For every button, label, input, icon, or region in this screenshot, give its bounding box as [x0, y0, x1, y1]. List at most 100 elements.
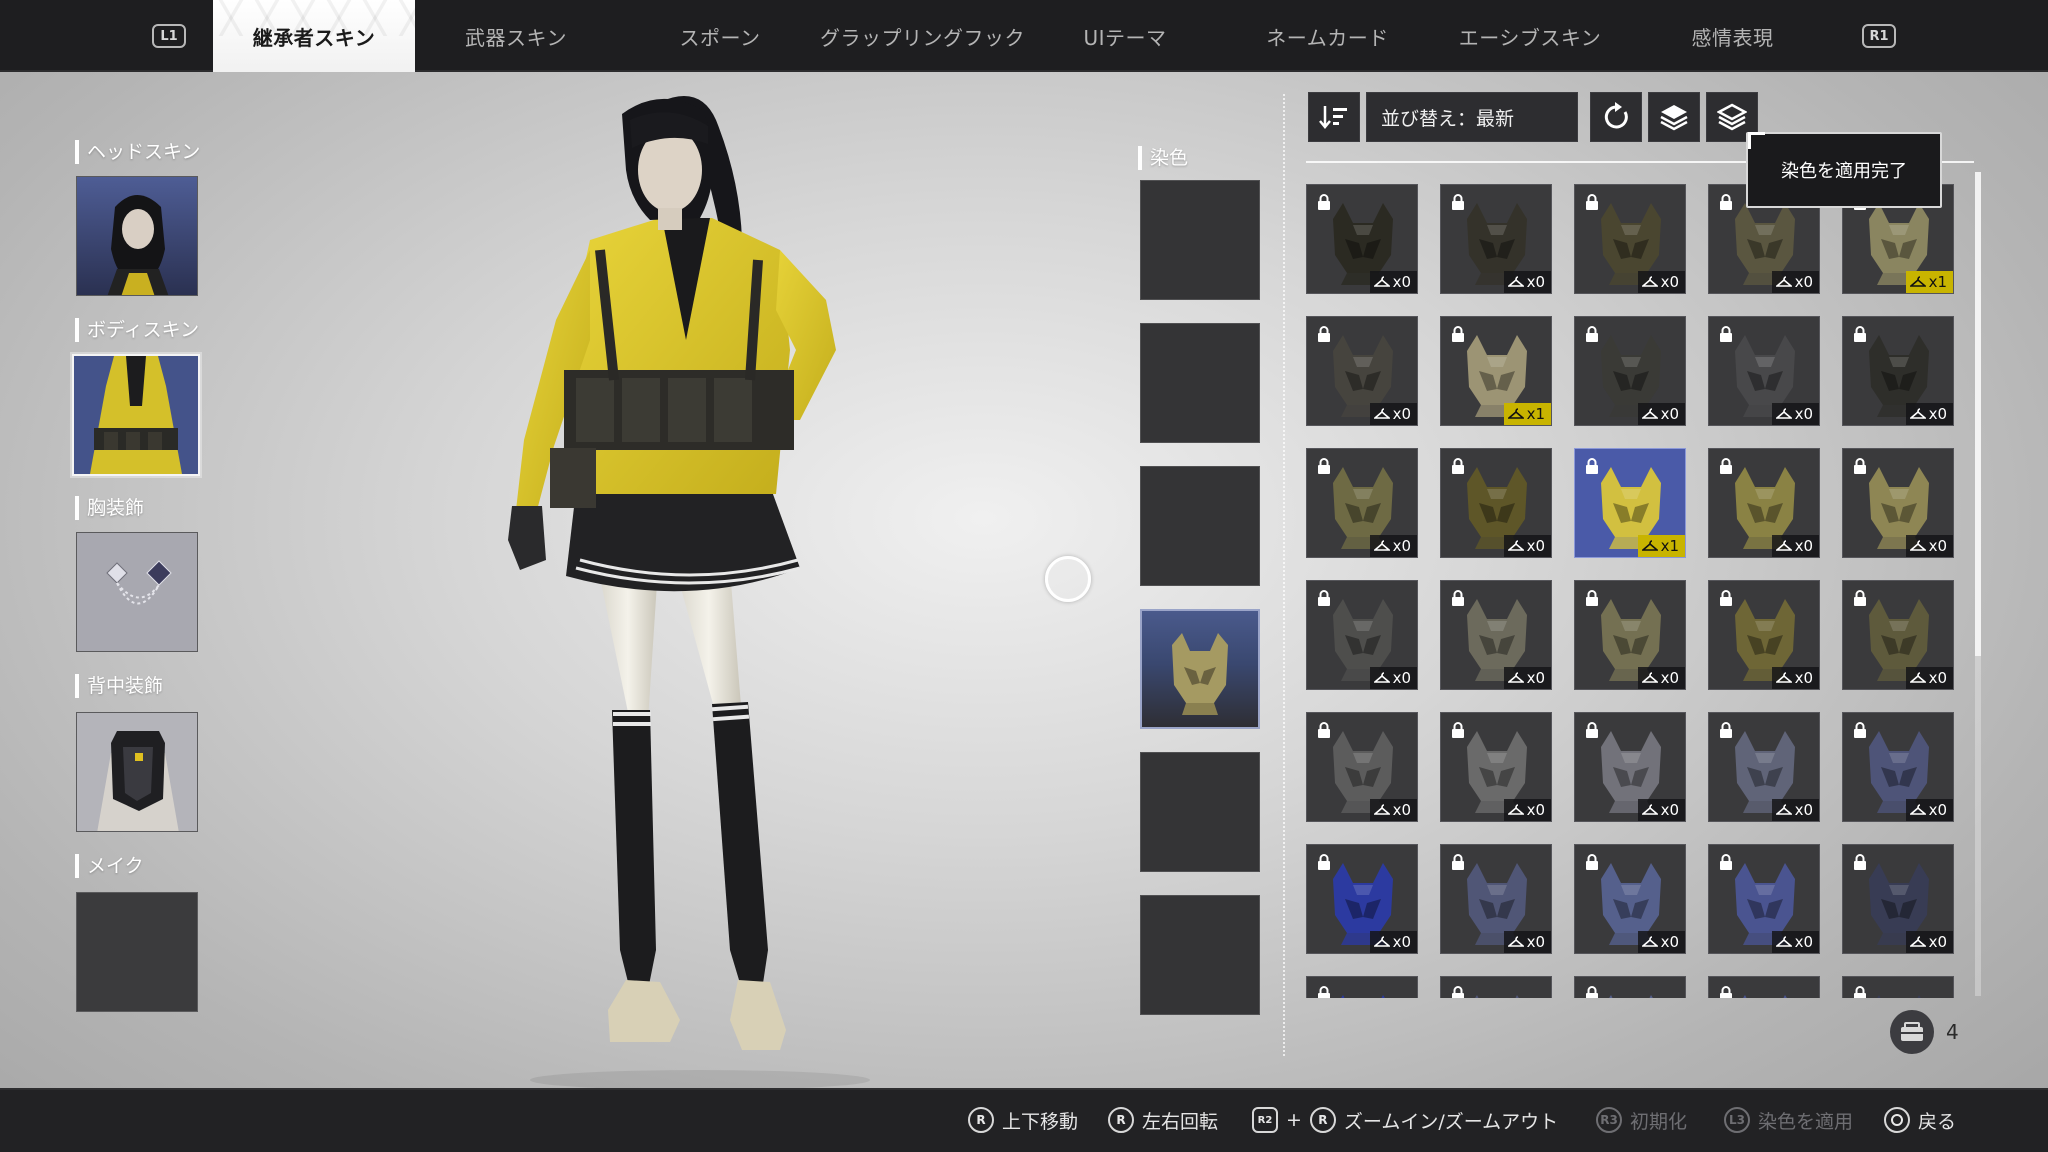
dye-item-cell[interactable]: x0 [1574, 844, 1686, 954]
dye-item-cell[interactable]: x0 [1708, 844, 1820, 954]
tab-name-card[interactable]: ネームカード [1240, 0, 1415, 72]
hint-zoom[interactable]: R2 + R ズームイン/ズームアウト [1252, 1104, 1558, 1136]
dye-item-cell[interactable] [1842, 976, 1954, 998]
dye-item-cell[interactable] [1306, 976, 1418, 998]
head-skin-slot[interactable] [76, 176, 198, 296]
item-count-badge: x0 [1771, 931, 1819, 953]
dye-item-cell[interactable]: x0 [1842, 844, 1954, 954]
lock-icon [1854, 458, 1866, 474]
lock-icon [1318, 458, 1330, 474]
dye-item-cell[interactable]: x0 [1440, 448, 1552, 558]
hanger-icon [1507, 540, 1524, 551]
dye-slot-3[interactable] [1140, 466, 1260, 586]
dye-item-cell[interactable]: x1 [1574, 448, 1686, 558]
grid-scrollbar-thumb[interactable] [1975, 172, 1981, 656]
dye-item-cell[interactable]: x0 [1842, 712, 1954, 822]
dye-item-cell[interactable]: x0 [1306, 448, 1418, 558]
dye-item-cell[interactable]: x0 [1708, 316, 1820, 426]
hint-rotate[interactable]: R 左右回転 [1108, 1104, 1218, 1136]
lock-icon [1452, 590, 1464, 606]
tab-weapon-skin[interactable]: 武器スキン [430, 0, 602, 72]
sort-order-button[interactable] [1308, 92, 1360, 142]
hanger-icon [1507, 672, 1524, 683]
dye-item-cell[interactable]: x0 [1842, 316, 1954, 426]
dye-item-cell[interactable]: x0 [1708, 712, 1820, 822]
cursor-ring [1045, 556, 1091, 602]
l1-button-hint[interactable]: L1 [152, 24, 186, 48]
lock-icon [1854, 590, 1866, 606]
dye-item-cell[interactable]: x0 [1440, 184, 1552, 294]
tab-ui-theme[interactable]: UIテーマ [1060, 0, 1190, 72]
dye-item-cell[interactable]: x1 [1440, 316, 1552, 426]
back-accessory-thumbnail-icon [77, 713, 197, 831]
dye-item-cell[interactable] [1440, 976, 1552, 998]
chest-accessory-thumbnail-icon [77, 533, 197, 651]
lock-icon [1586, 590, 1598, 606]
item-count-badge: x0 [1905, 931, 1953, 953]
character-model[interactable] [480, 90, 920, 1090]
makeup-slot[interactable] [76, 892, 198, 1012]
lock-icon [1586, 194, 1598, 210]
dye-item-cell[interactable]: x0 [1842, 580, 1954, 690]
reset-button[interactable] [1590, 92, 1642, 142]
dye-item-cell[interactable]: x0 [1440, 712, 1552, 822]
item-count-badge: x0 [1637, 931, 1685, 953]
dye-item-cell[interactable]: x0 [1306, 844, 1418, 954]
dye-item-cell[interactable]: x0 [1306, 316, 1418, 426]
hint-reset[interactable]: R3 初期化 [1596, 1104, 1687, 1136]
layers-button[interactable] [1648, 92, 1700, 142]
item-count-badge: x0 [1905, 667, 1953, 689]
dye-item-cell[interactable]: x0 [1842, 448, 1954, 558]
dye-slot-4[interactable] [1140, 609, 1260, 729]
dye-helmet-icon [1172, 633, 1228, 715]
r1-button-hint[interactable]: R1 [1862, 24, 1896, 48]
dye-item-cell[interactable]: x0 [1708, 448, 1820, 558]
hanger-icon [1641, 804, 1658, 815]
hint-move-vertical[interactable]: R 上下移動 [968, 1104, 1078, 1136]
dye-item-cell[interactable]: x0 [1708, 580, 1820, 690]
dye-item-cell[interactable]: x0 [1574, 316, 1686, 426]
hanger-icon [1909, 672, 1926, 683]
hint-apply-dye[interactable]: L3 染色を適用 [1724, 1104, 1853, 1136]
dye-item-cell[interactable]: x0 [1306, 580, 1418, 690]
dye-slot-6[interactable] [1140, 895, 1260, 1015]
lock-icon [1854, 986, 1866, 998]
l3-button-icon: L3 [1724, 1107, 1750, 1133]
item-count-badge: x0 [1637, 667, 1685, 689]
item-count-badge: x0 [1905, 535, 1953, 557]
item-count-badge: x0 [1503, 535, 1551, 557]
dye-item-cell[interactable]: x0 [1574, 712, 1686, 822]
tab-grappling-hook[interactable]: グラップリングフック [810, 0, 1035, 72]
dye-item-cell[interactable]: x0 [1306, 712, 1418, 822]
storage-count: 4 [1946, 1020, 1959, 1044]
hanger-icon [1641, 408, 1658, 419]
hint-back[interactable]: 戻る [1884, 1104, 1956, 1136]
body-skin-thumbnail-icon [74, 356, 198, 474]
hanger-icon [1507, 804, 1524, 815]
dye-slot-1[interactable] [1140, 180, 1260, 300]
dye-item-cell[interactable]: x0 [1306, 184, 1418, 294]
hanger-icon [1775, 936, 1792, 947]
dye-item-cell[interactable] [1574, 976, 1686, 998]
body-skin-slot[interactable] [72, 354, 200, 476]
tab-aesir-skin[interactable]: エーシブスキン [1440, 0, 1620, 72]
dye-item-cell[interactable]: x0 [1440, 580, 1552, 690]
dye-item-cell[interactable]: x0 [1440, 844, 1552, 954]
head-skin-thumbnail-icon [77, 177, 197, 295]
sort-dropdown[interactable]: 並び替え：最新 [1366, 92, 1578, 142]
dye-slot-2[interactable] [1140, 323, 1260, 443]
dye-item-cell[interactable]: x0 [1574, 580, 1686, 690]
dye-item-cell[interactable] [1708, 976, 1820, 998]
tab-spawn[interactable]: スポーン [640, 0, 800, 72]
dye-slot-5[interactable] [1140, 752, 1260, 872]
dye-item-cell[interactable]: x0 [1574, 184, 1686, 294]
lock-icon [1854, 326, 1866, 342]
lock-icon [1720, 458, 1732, 474]
hanger-icon [1641, 276, 1658, 287]
hanger-icon [1909, 540, 1926, 551]
back-accessory-slot[interactable] [76, 712, 198, 832]
tab-emotes[interactable]: 感情表現 [1660, 0, 1805, 72]
chest-accessory-slot[interactable] [76, 532, 198, 652]
tab-inheritor-skin[interactable]: 継承者スキン [213, 0, 415, 72]
item-count-badge: x1 [1905, 271, 1953, 293]
